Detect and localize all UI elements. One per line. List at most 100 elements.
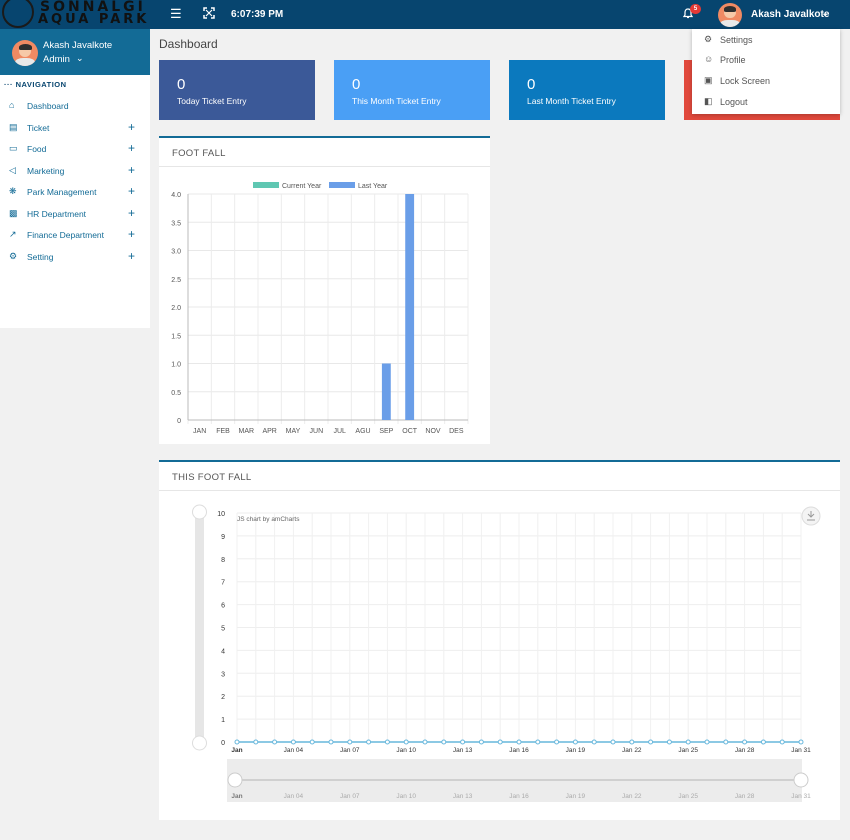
- y-tick-label: 2: [221, 694, 225, 701]
- x-tick-label: Jan 25: [678, 747, 698, 754]
- y-tick-label: 4: [221, 648, 225, 655]
- plus-icon[interactable]: +: [128, 206, 135, 220]
- y-tick-label: 3: [221, 671, 225, 678]
- sidebar-user-name: Akash Javalkote: [43, 40, 113, 51]
- logout-icon: ◧: [704, 96, 713, 106]
- y-tick-label: 5: [221, 626, 225, 633]
- bar: [381, 363, 391, 420]
- y-tick-label: 2.5: [171, 277, 181, 284]
- scrollbar-grip-right: [793, 772, 809, 788]
- menu-item-profile[interactable]: ☺ Profile: [692, 51, 840, 69]
- sidebar-item-hr-department[interactable]: ▩ HR Department +: [0, 205, 150, 223]
- data-point: [497, 739, 503, 745]
- y-tick-label: 1.5: [171, 333, 181, 340]
- menu-item-label: Settings: [720, 35, 753, 45]
- x-tick-label: FEB: [216, 428, 230, 435]
- x-tick-label: Jan 04: [284, 747, 304, 754]
- y-tick-label: 0.5: [171, 390, 181, 397]
- foot-fall-chart: Current Year Last Year 0 0.5 1.0 1.5 2.0 2.5 3.0…: [171, 182, 469, 435]
- data-point: [742, 739, 748, 745]
- x-tick-label: Jan 07: [340, 747, 360, 754]
- menu-item-settings[interactable]: ⚙ Settings: [692, 31, 840, 49]
- user-icon: ☺: [704, 54, 714, 64]
- x-tick-label: JUN: [310, 428, 324, 435]
- sidebar-item-park-management[interactable]: ❋ Park Management +: [0, 183, 150, 201]
- stat-card-last-month[interactable]: 0 Last Month Ticket Entry: [509, 60, 665, 120]
- plus-icon[interactable]: +: [128, 141, 135, 155]
- sidebar-item-dashboard[interactable]: ⌂ Dashboard: [0, 97, 150, 115]
- data-point: [704, 739, 710, 745]
- sidebar-item-food[interactable]: ▭ Food +: [0, 140, 150, 158]
- data-point: [535, 739, 541, 745]
- sidebar-user-panel: Akash Javalkote Admin ⌄: [0, 29, 150, 75]
- plus-icon[interactable]: +: [128, 184, 135, 198]
- data-point: [723, 739, 729, 745]
- user-name[interactable]: Akash Javalkote: [751, 9, 829, 20]
- y-tick-label: 8: [221, 557, 225, 564]
- data-point: [460, 739, 466, 745]
- sidebar-item-finance-department[interactable]: ↗ Finance Department +: [0, 226, 150, 244]
- data-point: [384, 739, 390, 745]
- scrollbar-grip-top: [192, 504, 207, 520]
- plus-icon[interactable]: +: [128, 163, 135, 177]
- fullscreen-svg: [203, 7, 215, 19]
- sidebar-item-label: Ticket: [27, 123, 50, 133]
- x-tick-label: Jan: [231, 747, 242, 754]
- x-tick-label: MAR: [239, 428, 255, 435]
- hamburger-icon[interactable]: ☰: [170, 7, 182, 21]
- stat-card-today[interactable]: 0 Today Ticket Entry: [159, 60, 315, 120]
- scrollbar-tick-label: Jan 04: [284, 793, 304, 800]
- sidebar-user-role[interactable]: Admin: [43, 54, 70, 65]
- chevron-down-icon[interactable]: ⌄: [821, 8, 829, 19]
- x-tick-label: MAY: [286, 428, 301, 435]
- x-tick-label: Jan 22: [622, 747, 642, 754]
- chart-line-icon: ↗: [9, 229, 17, 239]
- ticket-icon: ▤: [9, 122, 18, 132]
- user-dropdown-menu: ⚙ Settings ☺ Profile ▣ Lock Screen ◧ Log…: [692, 29, 840, 114]
- x-tick-label: SEP: [379, 428, 393, 435]
- x-tick-label: Jan 10: [396, 747, 416, 754]
- sidebar-item-label: Food: [27, 144, 47, 154]
- plus-icon[interactable]: +: [128, 120, 135, 134]
- data-point: [253, 739, 259, 745]
- y-tick-label: 7: [221, 580, 225, 587]
- data-point: [441, 739, 447, 745]
- scrollbar-tick-label: Jan 07: [340, 793, 360, 800]
- data-point: [234, 739, 240, 745]
- menu-item-logout[interactable]: ◧ Logout: [692, 93, 840, 111]
- data-point: [760, 739, 766, 745]
- data-point: [478, 739, 484, 745]
- x-tick-label: Jan 19: [566, 747, 586, 754]
- sidebar-item-ticket[interactable]: ▤ Ticket +: [0, 119, 150, 137]
- stat-card-this-month[interactable]: 0 This Month Ticket Entry: [334, 60, 490, 120]
- sidebar: Akash Javalkote Admin ⌄ ··· NAVIGATION ⌂…: [0, 29, 150, 328]
- x-tick-label: JAN: [193, 428, 206, 435]
- x-tick-label: NOV: [425, 428, 441, 435]
- scrollbar-tick-label: Jan 31: [791, 793, 811, 800]
- sidebar-item-marketing[interactable]: ◁ Marketing +: [0, 162, 150, 180]
- data-point: [666, 739, 672, 745]
- x-tick-label: DES: [449, 428, 464, 435]
- data-point: [629, 739, 635, 745]
- data-point: [516, 739, 522, 745]
- id-card-icon: ▩: [9, 208, 18, 218]
- logo[interactable]: SONNALGI AQUA PARK: [0, 0, 150, 29]
- page-title: Dashboard: [159, 37, 218, 51]
- scrollbar-grip-left: [227, 772, 243, 788]
- fullscreen-icon[interactable]: [203, 7, 215, 22]
- sidebar-item-setting[interactable]: ⚙ Setting +: [0, 248, 150, 266]
- avatar[interactable]: [718, 3, 742, 27]
- avatar-body: [720, 19, 740, 27]
- y-tick-label: 3.0: [171, 249, 181, 256]
- plus-icon[interactable]: +: [128, 249, 135, 263]
- data-point: [272, 739, 278, 745]
- menu-item-lock-screen[interactable]: ▣ Lock Screen: [692, 72, 840, 90]
- y-tick-label: 4.0: [171, 192, 181, 199]
- sidebar-item-label: Dashboard: [27, 101, 69, 111]
- chevron-down-icon[interactable]: ⌄: [76, 53, 84, 64]
- nav-heading-label: NAVIGATION: [15, 80, 67, 89]
- plus-icon[interactable]: +: [128, 227, 135, 241]
- this-foot-fall-panel: THIS FOOT FALL 0 1 2 3 4 5 6 7 8 9 10 JS chart by a…: [159, 460, 840, 820]
- scrollbar-tick-label: Jan 28: [735, 793, 755, 800]
- data-point: [685, 739, 691, 745]
